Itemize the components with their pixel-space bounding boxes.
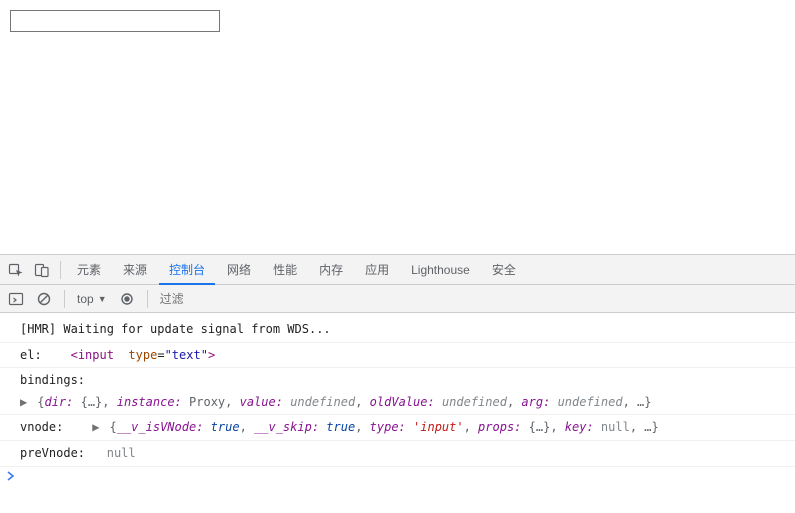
log-bindings-label: bindings: bbox=[0, 368, 795, 390]
tab-memory[interactable]: 内存 bbox=[309, 255, 353, 285]
bindings-label: bindings: bbox=[20, 373, 85, 387]
expand-triangle-icon[interactable]: ▶ bbox=[20, 393, 30, 412]
prevnode-label: preVnode: bbox=[20, 446, 85, 460]
separator bbox=[147, 290, 148, 308]
prevnode-value: null bbox=[107, 446, 136, 460]
tab-console[interactable]: 控制台 bbox=[159, 255, 215, 285]
context-label: top bbox=[77, 292, 94, 306]
el-tag-open: <input bbox=[71, 348, 114, 362]
el-attr-value: "text" bbox=[165, 348, 208, 362]
tab-network[interactable]: 网络 bbox=[217, 255, 261, 285]
expand-triangle-icon[interactable]: ▶ bbox=[92, 418, 102, 437]
app-text-input[interactable] bbox=[10, 10, 220, 32]
log-vnode[interactable]: vnode: ▶ {__v_isVNode: true, __v_skip: t… bbox=[0, 415, 795, 441]
tab-application[interactable]: 应用 bbox=[355, 255, 399, 285]
page-content bbox=[0, 0, 795, 254]
tab-elements[interactable]: 元素 bbox=[67, 255, 111, 285]
filter-input[interactable] bbox=[156, 289, 336, 309]
tab-security[interactable]: 安全 bbox=[482, 255, 526, 285]
log-bindings-object[interactable]: ▶ {dir: {…}, instance: Proxy, value: und… bbox=[0, 390, 795, 416]
console-output: [HMR] Waiting for update signal from WDS… bbox=[0, 313, 795, 485]
inspect-element-icon[interactable] bbox=[4, 258, 28, 282]
clear-console-icon[interactable] bbox=[32, 287, 56, 311]
log-hmr[interactable]: [HMR] Waiting for update signal from WDS… bbox=[0, 317, 795, 343]
log-el[interactable]: el: <input type="text"> bbox=[0, 343, 795, 369]
chevron-down-icon: ▼ bbox=[98, 294, 107, 304]
el-attr-name: type bbox=[121, 348, 157, 362]
devtools-tab-bar: 元素 来源 控制台 网络 性能 内存 应用 Lighthouse 安全 bbox=[0, 255, 795, 285]
log-prevnode[interactable]: preVnode: null bbox=[0, 441, 795, 467]
execution-context-select[interactable]: top ▼ bbox=[73, 292, 111, 306]
el-label: el: bbox=[20, 348, 42, 362]
log-text: [HMR] Waiting for update signal from WDS… bbox=[20, 322, 331, 336]
devtools-panel: 元素 来源 控制台 网络 性能 内存 应用 Lighthouse 安全 top … bbox=[0, 254, 795, 485]
tab-performance[interactable]: 性能 bbox=[263, 255, 307, 285]
vnode-label: vnode: bbox=[20, 420, 63, 434]
separator bbox=[60, 261, 61, 279]
device-toggle-icon[interactable] bbox=[30, 258, 54, 282]
separator bbox=[64, 290, 65, 308]
console-sidebar-toggle-icon[interactable] bbox=[4, 287, 28, 311]
tab-lighthouse[interactable]: Lighthouse bbox=[401, 255, 480, 285]
tab-sources[interactable]: 来源 bbox=[113, 255, 157, 285]
console-toolbar: top ▼ bbox=[0, 285, 795, 313]
live-expression-icon[interactable] bbox=[115, 287, 139, 311]
console-prompt[interactable] bbox=[0, 467, 795, 485]
